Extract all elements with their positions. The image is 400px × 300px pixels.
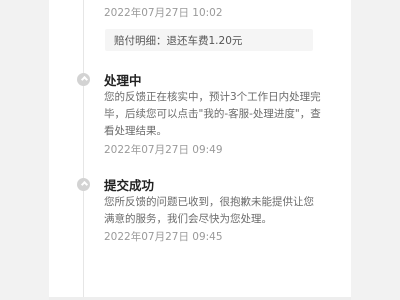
event-description: 您的反馈正在核实中，预计3个工作日内处理完毕，后续您可以点击"我的-客服-处理进… (104, 91, 321, 137)
event-title-processing: 处理中 (104, 73, 142, 88)
timeline-dot-icon (77, 73, 90, 86)
compensation-detail-box: 赔付明细：退还车费1.20元 (105, 29, 313, 51)
event-time: 2022年07月27日 10:02 (104, 7, 223, 19)
timeline-dot-icon (77, 178, 90, 191)
compensation-detail-text: 赔付明细：退还车费1.20元 (114, 35, 243, 47)
event-description: 您所反馈的问题已收到，很抱歉未能提供让您满意的服务，我们会尽快为您处理。 (104, 196, 314, 225)
event-title-submitted: 提交成功 (104, 178, 155, 193)
event-time: 2022年07月27日 09:49 (104, 144, 223, 156)
timeline-line (83, 0, 84, 300)
feedback-progress-card: 2022年07月27日 10:02 赔付明细：退还车费1.20元 处理中 您的反… (49, 0, 351, 300)
event-time: 2022年07月27日 09:45 (104, 231, 223, 243)
